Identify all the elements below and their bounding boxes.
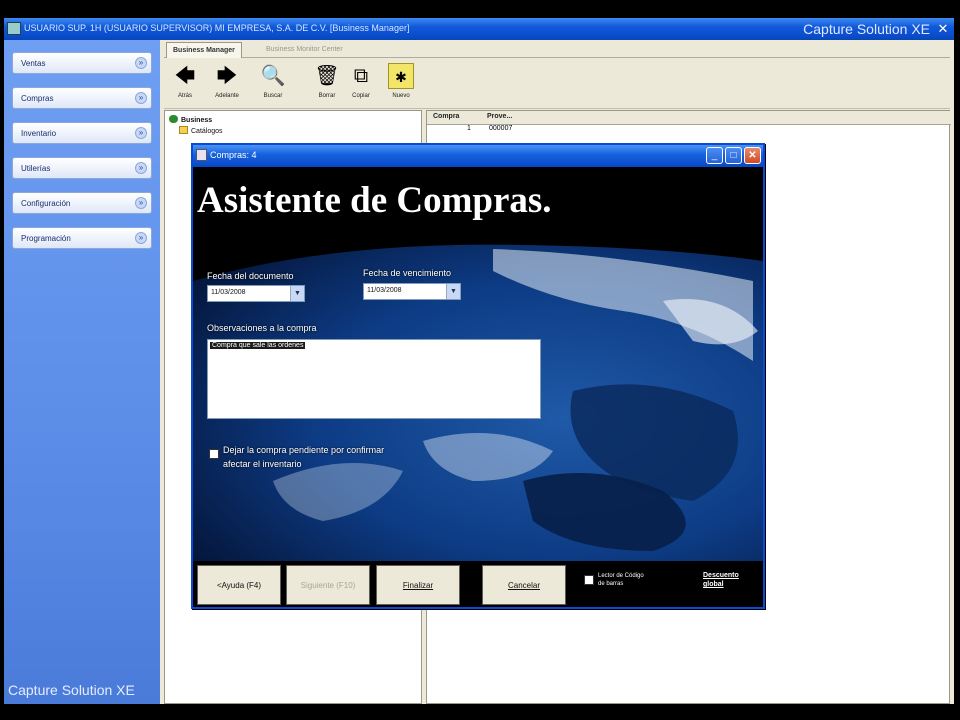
nav-label: Inventario bbox=[21, 129, 57, 138]
tree-label: Catálogos bbox=[191, 128, 223, 135]
nav-label: Utilerías bbox=[21, 164, 51, 173]
copy-label: Copiar bbox=[352, 93, 370, 99]
nav-label: Configuración bbox=[21, 199, 71, 208]
tree-label: Business bbox=[181, 117, 213, 124]
chevron-right-icon: » bbox=[135, 127, 147, 139]
column-proveedor[interactable]: Prove... bbox=[487, 113, 512, 120]
siguiente-button[interactable]: Siguiente (F10) bbox=[286, 565, 370, 605]
nav-label: Programación bbox=[21, 234, 71, 243]
search-button[interactable]: 🔍 Buscar bbox=[256, 63, 290, 107]
fecha-documento-select[interactable]: 11/03/2008 ▼ bbox=[207, 285, 305, 302]
fecha-vencimiento-value: 11/03/2008 bbox=[367, 287, 402, 294]
chevron-down-icon[interactable]: ▼ bbox=[290, 286, 304, 301]
new-icon: ✱ bbox=[388, 63, 414, 89]
nav-label: Compras bbox=[21, 94, 54, 103]
cancelar-button[interactable]: Cancelar bbox=[482, 565, 566, 605]
arrow-left-icon: 🡄 bbox=[174, 65, 196, 87]
observaciones-text: Compra que sale las ordenes bbox=[210, 342, 306, 349]
desktop: USUARIO SUP. 1H (USUARIO SUPERVISOR) MI … bbox=[0, 0, 960, 720]
observaciones-textarea[interactable]: Compra que sale las ordenes bbox=[207, 339, 541, 419]
main-close-button[interactable]: ✕ bbox=[934, 20, 952, 38]
nav-compras[interactable]: Compras » bbox=[12, 87, 152, 109]
tab-business-monitor[interactable]: Business Monitor Center bbox=[260, 42, 349, 58]
fecha-documento-label: Fecha del documento bbox=[207, 271, 294, 281]
back-button[interactable]: 🡄 Atrás bbox=[168, 63, 202, 107]
nav-programacion[interactable]: Programación » bbox=[12, 227, 152, 249]
tab-business-manager[interactable]: Business Manager bbox=[166, 42, 242, 58]
back-label: Atrás bbox=[177, 93, 192, 99]
pendiente-label-2: afectar el inventario bbox=[223, 459, 302, 469]
earth-background-image: Fecha del documento 11/03/2008 ▼ Fecha d… bbox=[193, 241, 763, 561]
dialog-titlebar[interactable]: Compras: 4 _ □ ✕ bbox=[193, 145, 763, 167]
observaciones-label: Observaciones a la compra bbox=[207, 323, 317, 333]
chevron-down-icon[interactable]: ▼ bbox=[446, 284, 460, 299]
dialog-button-bar: <Ayuda (F4) Siguiente (F10) Finalizar Ca… bbox=[193, 561, 763, 607]
minimize-button[interactable]: _ bbox=[706, 147, 723, 164]
sidebar-footer: Capture Solution XE bbox=[8, 682, 135, 698]
chevron-right-icon: » bbox=[135, 57, 147, 69]
forward-button[interactable]: 🡆 Adelante bbox=[210, 63, 244, 107]
tree-node-catalogos[interactable]: Catálogos bbox=[179, 126, 223, 135]
toolbar: 🡄 Atrás 🡆 Adelante 🔍 Buscar 🗑 Borrar ⧉ C… bbox=[164, 59, 950, 109]
maximize-button[interactable]: □ bbox=[725, 147, 742, 164]
tab-strip: Business Manager Business Monitor Center bbox=[164, 40, 950, 58]
nav-inventario[interactable]: Inventario » bbox=[12, 122, 152, 144]
dialog-title: Compras: 4 bbox=[210, 150, 257, 160]
pendiente-checkbox[interactable] bbox=[209, 449, 219, 459]
lector-checkbox[interactable] bbox=[584, 575, 594, 585]
finalizar-button[interactable]: Finalizar bbox=[376, 565, 460, 605]
fecha-documento-value: 11/03/2008 bbox=[211, 289, 246, 296]
new-label: Nuevo bbox=[392, 93, 410, 99]
nav-configuracion[interactable]: Configuración » bbox=[12, 192, 152, 214]
purchase-wizard-dialog: Compras: 4 _ □ ✕ Asistente de Compras. F… bbox=[191, 143, 765, 609]
grid-header: Compra Prove... bbox=[427, 111, 951, 125]
nav-utilerias[interactable]: Utilerías » bbox=[12, 157, 152, 179]
globe-icon bbox=[169, 115, 178, 123]
chevron-right-icon: » bbox=[135, 92, 147, 104]
window-title: USUARIO SUP. 1H (USUARIO SUPERVISOR) MI … bbox=[24, 23, 410, 33]
search-label: Buscar bbox=[263, 93, 283, 99]
delete-button[interactable]: 🗑 Borrar bbox=[310, 63, 344, 107]
folder-icon bbox=[179, 126, 188, 134]
fecha-vencimiento-select[interactable]: 11/03/2008 ▼ bbox=[363, 283, 461, 300]
copy-icon: ⧉ bbox=[353, 65, 369, 87]
delete-label: Borrar bbox=[318, 93, 336, 99]
column-compra[interactable]: Compra bbox=[433, 113, 459, 120]
copy-button[interactable]: ⧉ Copiar bbox=[344, 63, 378, 107]
arrow-right-icon: 🡆 bbox=[216, 65, 238, 87]
chevron-right-icon: » bbox=[135, 197, 147, 209]
dialog-close-button[interactable]: ✕ bbox=[744, 147, 761, 164]
forward-label: Adelante bbox=[215, 93, 239, 99]
descuento-text-2: global bbox=[703, 581, 724, 588]
dialog-icon bbox=[196, 149, 207, 161]
lector-label-2: de barras bbox=[598, 581, 624, 587]
navigation-panel: Ventas » Compras » Inventario » Utilería… bbox=[4, 40, 160, 704]
pendiente-label: Dejar la compra pendiente por confirmar bbox=[223, 445, 385, 455]
tree-node-business[interactable]: Business bbox=[169, 115, 212, 124]
cell-compra: 1 bbox=[467, 125, 471, 132]
delete-icon: 🗑 bbox=[314, 65, 340, 87]
main-titlebar[interactable]: USUARIO SUP. 1H (USUARIO SUPERVISOR) MI … bbox=[4, 18, 954, 40]
ayuda-button[interactable]: <Ayuda (F4) bbox=[197, 565, 281, 605]
brand-text: Capture Solution XE bbox=[803, 21, 930, 37]
lector-label: Lector de Código bbox=[598, 573, 644, 579]
search-icon: 🔍 bbox=[260, 65, 286, 87]
nav-ventas[interactable]: Ventas » bbox=[12, 52, 152, 74]
fecha-vencimiento-label: Fecha de vencimiento bbox=[363, 268, 452, 278]
new-button[interactable]: ✱ Nuevo bbox=[384, 63, 418, 107]
wizard-heading: Asistente de Compras. bbox=[197, 180, 552, 221]
wizard-banner: Asistente de Compras. bbox=[193, 167, 763, 241]
descuento-text-1: Descuento bbox=[703, 572, 739, 579]
descuento-global-link[interactable]: Descuento global bbox=[703, 571, 739, 589]
app-icon bbox=[7, 22, 21, 35]
chevron-right-icon: » bbox=[135, 162, 147, 174]
cell-proveedor: 000007 bbox=[489, 125, 513, 132]
table-row[interactable]: 1 000007 bbox=[427, 125, 951, 135]
nav-label: Ventas bbox=[21, 59, 46, 68]
chevron-right-icon: » bbox=[135, 232, 147, 244]
